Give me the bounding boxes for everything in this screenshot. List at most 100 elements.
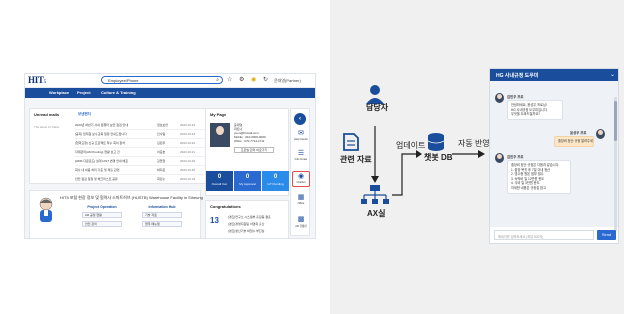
congrats-item[interactable]: [경조]생산기술 박철수 부친상 [228, 229, 264, 233]
chat-scrollbar[interactable] [614, 97, 617, 231]
portal-screenshot: HIT5 Employee/Phone ⌕ ☆ ⚙ ◉ ↻ 윤대영(Partne… [24, 73, 316, 239]
quick-help-center[interactable]: ✉ Help Center [292, 129, 310, 145]
mail-date: 2023.10.20 [180, 168, 196, 172]
mascot-character [39, 197, 53, 222]
mail-date: 2023.10.19 [180, 177, 196, 181]
mail-subject: 2023년 하반기 사내 컴퓨터 보안 점검 안내 [75, 123, 129, 127]
my-page-card: My Page 윤대영 파트너 yoon@hitmail.com Mobile … [205, 108, 289, 196]
mail-date: 2023.10.22 [180, 141, 196, 145]
quick-info-center[interactable]: ☰ Info Center [292, 149, 310, 165]
mail-date: 2023.10.20 [180, 159, 196, 163]
quick-menu-toggle[interactable]: ‹ [294, 113, 306, 125]
quick-label: Help Center [294, 138, 308, 141]
user-message: 출장비 정산 규정 알려주세요 [554, 136, 594, 147]
bot-avatar [495, 93, 504, 103]
info-banner-card: HIT5 포털 현장 정보 및 협력사 스마트허브 (HUSTB) Wareho… [29, 190, 203, 238]
mail-sender: 이준호 [157, 150, 166, 154]
profile-office: Office : 070-7714-1711 [234, 139, 265, 143]
bot-avatar [495, 153, 504, 163]
main-nav: Workplace Project Culture & Training [25, 88, 315, 98]
section-title: Information Hub [148, 205, 176, 209]
tab-sent-mail[interactable]: 보낸편지 [78, 112, 91, 117]
information-hub-section: Information Hub 기술 자료 업무 매뉴얼 [142, 205, 182, 227]
user-name[interactable]: 윤대영(Partner) [274, 78, 301, 84]
nav-project[interactable]: Project [77, 90, 91, 95]
stat-label: IoT Pending [267, 182, 284, 186]
stat-label: My Approval [239, 182, 256, 186]
info-icon: ☰ [297, 150, 305, 157]
stat-approval[interactable]: 0 My Approval [234, 171, 261, 191]
stat-overall[interactable]: 0 Overall Cal. [206, 171, 233, 191]
refresh-icon[interactable]: ↻ [263, 76, 268, 84]
org-chart-icon [361, 185, 389, 204]
congrats-item[interactable]: [경조]경영지원팀 이영희 출산 [228, 222, 264, 226]
mail-sender: 인사팀 [157, 132, 166, 136]
document-icon [343, 133, 359, 151]
congrats-item[interactable]: [경조]연구소 시스템부 홍길동 결혼 [228, 215, 271, 219]
mail-sender: 김현철 [157, 159, 166, 163]
star-icon[interactable]: ☆ [227, 76, 232, 84]
person-label: 담당자 [366, 103, 389, 112]
project-link[interactable]: 안전 관리 [82, 221, 122, 227]
congratulations-title: Congratulations [210, 204, 241, 209]
mail-row[interactable]: [HMS 다운로드] 설계 IAST 변경 안내 배포 김현철 2023.10.20 [75, 157, 215, 166]
search-input[interactable]: Employee/Phone ⌕ [101, 76, 223, 84]
stat-pending[interactable]: 0 IoT Pending [262, 171, 289, 191]
bell-icon[interactable]: ◉ [251, 76, 256, 84]
docs-label: 관련 자료 [340, 155, 372, 164]
info-link[interactable]: 기술 자료 [142, 212, 182, 218]
office-icon: ▦ [297, 194, 305, 201]
mail-date: 2023.10.21 [180, 150, 196, 154]
update-label: 업데이트 [396, 141, 426, 150]
congratulations-card: Congratulations 13 [경조]연구소 시스템부 홍길동 결혼 [… [205, 200, 289, 238]
bot-message: 안녕하세요, 윤성우 프로님! HG 사내규정 도우미입니다. 무엇을 도와드릴… [507, 100, 563, 120]
project-operation-section: Project Operation AR 공정 현황 안전 관리 [82, 205, 122, 227]
board-icon: ▩ [297, 216, 305, 223]
quick-label: AR 현황판 [295, 225, 307, 228]
search-icon[interactable]: ⌕ [216, 77, 219, 83]
mail-sender: 김민우 [157, 141, 166, 145]
profile-photo [210, 123, 230, 147]
nav-culture-training[interactable]: Culture & Training [101, 90, 136, 95]
chat-title: HG 사내규정 도우미 [496, 73, 539, 79]
project-link[interactable]: AR 공정 현황 [82, 212, 122, 218]
unread-mails-title: Unread mails [34, 112, 60, 117]
chatbot-eye-icon: ◉ [297, 173, 305, 180]
nav-workplace[interactable]: Workplace [49, 90, 69, 95]
bot-name: 김민주 프로 [507, 155, 524, 159]
chevron-down-icon[interactable]: ⌄ [610, 71, 615, 78]
quick-label: Info Center [294, 158, 308, 161]
stat-number: 0 [245, 174, 250, 180]
mail-subject: 안전 점검 일정 및 체크리스트 공유 [75, 177, 118, 181]
scroll-thumb[interactable] [614, 101, 617, 141]
mail-row[interactable]: 2023년 하반기 사내 컴퓨터 보안 점검 안내 정보보안 2023.10.23 [75, 121, 215, 130]
mail-subject: 자재관리(AM Pooling) 현황 보고 건 [75, 150, 120, 154]
portal-logo[interactable]: HIT5 [28, 75, 46, 85]
mail-subject: [공지] 임직원 보수교육 일정 안내드립니다 [75, 132, 127, 136]
profile-manage-button[interactable]: 프로필 관리 바로가기 [234, 147, 274, 153]
mail-row[interactable]: 자재관리(AM Pooling) 현황 보고 건 이준호 2023.10.21 [75, 148, 215, 157]
chat-input[interactable]: 메세지를 입력하세요 (최대 500자) [494, 230, 594, 240]
banner-title: HIT5 포털 현장 정보 및 협력사 스마트허브 (HUSTB) Wareho… [60, 195, 203, 200]
mail-subject: [HMS 다운로드] 설계 IAST 변경 안내 배포 [75, 159, 129, 163]
quick-ar-board[interactable]: ▩ AR 현황판 [292, 215, 310, 231]
search-placeholder: Employee/Phone [108, 78, 139, 83]
mail-row[interactable]: [협력요청] 신규 프로젝트 착수 회의 참석 김민우 2023.10.22 [75, 139, 215, 148]
database-icon [427, 133, 445, 151]
chat-header: HG 사내규정 도우미 ⌄ [490, 69, 618, 81]
mail-subject: 회사 내 비용 처리 기준 및 제출 관련 [75, 168, 120, 172]
mail-row[interactable]: [공지] 임직원 보수교육 일정 안내드립니다 인사팀 2023.10.23 [75, 130, 215, 139]
quick-chatbot[interactable]: ◉ Chatbot [292, 171, 310, 187]
unread-mails-card: Unread mails 보낸편지 The latest 10 Mails 20… [29, 108, 215, 184]
chatbot-window: HG 사내규정 도우미 ⌄ 김민주 프로 안녕하세요, 윤성우 프로님! HG … [489, 68, 619, 244]
info-link[interactable]: 업무 매뉴얼 [142, 221, 182, 227]
message-line: 출장비 정산 규정 알려주세요 [558, 139, 594, 143]
gear-icon[interactable]: ⚙ [239, 76, 244, 84]
quick-office[interactable]: ▦ Office [292, 193, 310, 209]
mail-sender: 정보보안 [157, 123, 169, 127]
send-button[interactable]: Send [597, 230, 616, 240]
message-line: 자세한 내용은 규정집 참고 [511, 185, 546, 190]
logo-subtitle [55, 78, 71, 83]
mail-row[interactable]: 안전 점검 일정 및 체크리스트 공유 최민수 2023.10.19 [75, 175, 215, 184]
mail-row[interactable]: 회사 내 비용 처리 기준 및 제출 관련 박지은 2023.10.20 [75, 166, 215, 175]
